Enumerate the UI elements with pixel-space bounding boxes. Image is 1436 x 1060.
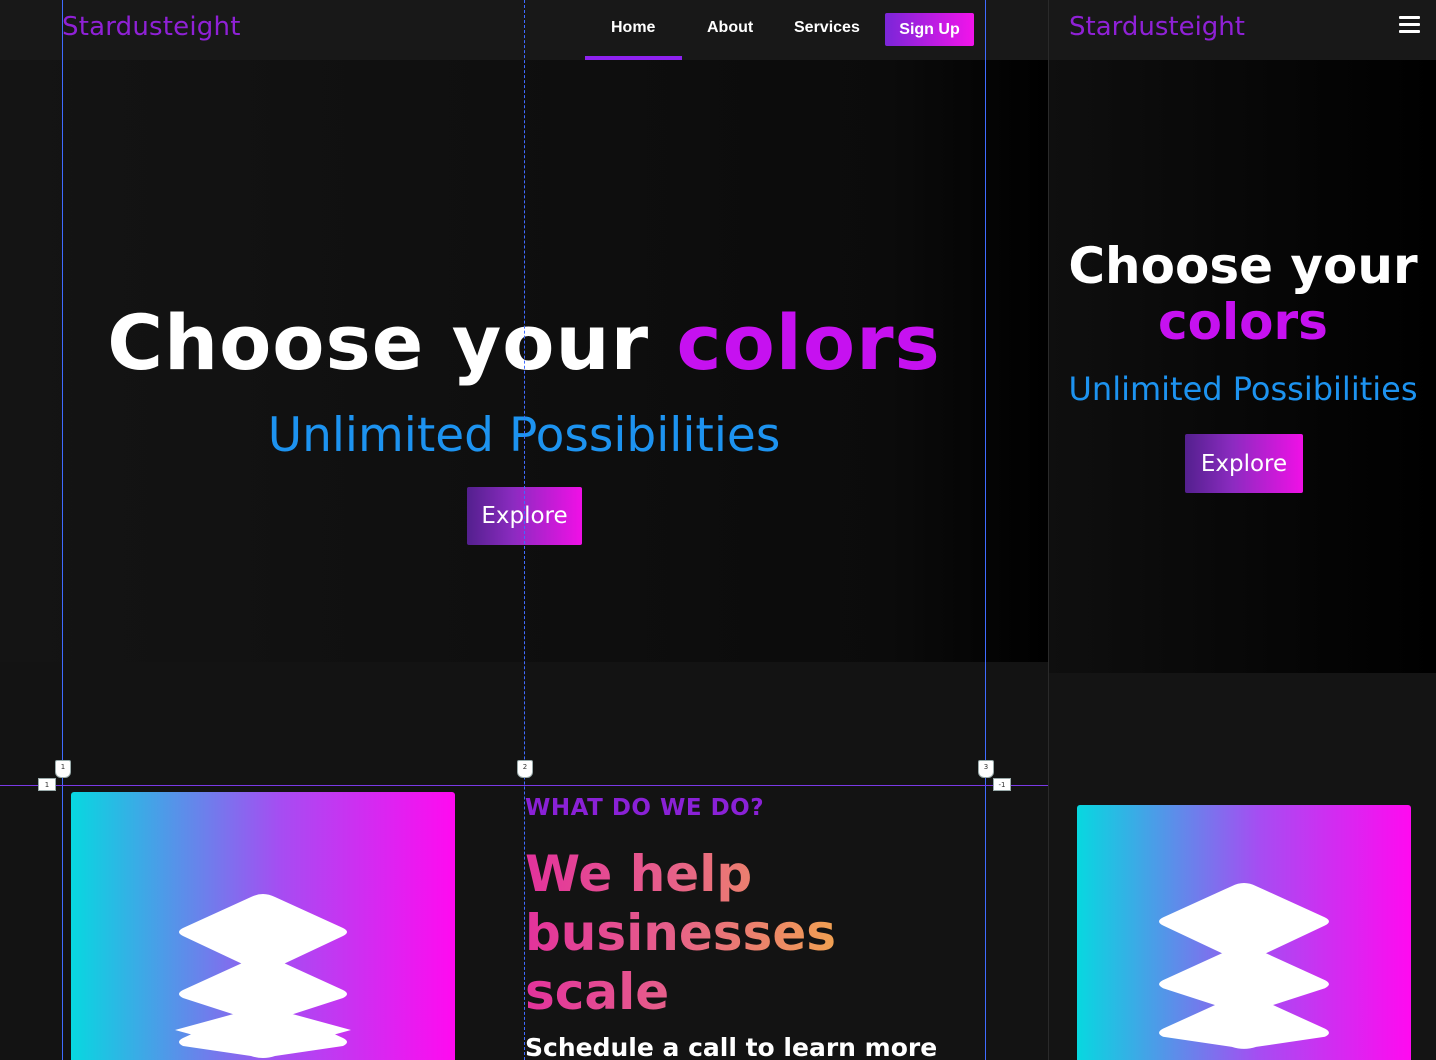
mobile-hero-title-main: Choose your xyxy=(1068,237,1418,295)
layers-icon xyxy=(175,894,351,1058)
section-eyebrow: WHAT DO WE DO? xyxy=(525,795,765,821)
mobile-hero-section: Choose your colors Unlimited Possibiliti… xyxy=(1049,60,1436,673)
layers-icon xyxy=(1159,883,1329,1049)
guide-side-marker[interactable]: -1 xyxy=(993,778,1011,791)
nav-link-services[interactable]: Services xyxy=(794,19,860,37)
mobile-hero-title-accent: colors xyxy=(1158,293,1328,351)
mobile-preview: Stardusteight Choose your colors Unlimit… xyxy=(1048,0,1436,1060)
guide-marker[interactable]: 2 xyxy=(517,760,533,778)
guide-side-marker[interactable]: 1 xyxy=(38,778,56,791)
hero-title-main: Choose your xyxy=(107,298,650,387)
mobile-brand-logo[interactable]: Stardusteight xyxy=(1069,12,1245,42)
nav-link-home[interactable]: Home xyxy=(611,19,655,37)
grid-guide-right xyxy=(985,0,986,1060)
desktop-preview: Stardusteight Home About Services Sign U… xyxy=(0,0,1048,1060)
mobile-hero-subtitle: Unlimited Possibilities xyxy=(1068,370,1418,408)
viewport-stage: Stardusteight Home About Services Sign U… xyxy=(0,0,1436,1060)
mobile-hero-title: Choose your colors xyxy=(1049,238,1436,350)
nav-link-about[interactable]: About xyxy=(707,19,753,37)
signup-button[interactable]: Sign Up xyxy=(885,13,974,46)
hero-title-accent: colors xyxy=(676,298,941,387)
mobile-navbar: Stardusteight xyxy=(1049,0,1436,60)
mobile-explore-button[interactable]: Explore xyxy=(1185,434,1303,493)
feature-image-card xyxy=(71,792,455,1060)
guide-marker[interactable]: 3 xyxy=(978,760,994,778)
mobile-feature-image-card xyxy=(1077,805,1411,1060)
schedule-call-text: Schedule a call to learn more xyxy=(525,1033,938,1060)
hamburger-menu-icon[interactable] xyxy=(1399,16,1420,34)
brand-logo[interactable]: Stardusteight xyxy=(62,12,241,42)
grid-guide-left xyxy=(62,0,63,1060)
section-headline: We help businesses scale xyxy=(525,845,885,1022)
grid-guide-center xyxy=(524,0,525,1060)
grid-guide-horizontal xyxy=(0,785,1048,786)
guide-marker[interactable]: 1 xyxy=(55,760,71,778)
